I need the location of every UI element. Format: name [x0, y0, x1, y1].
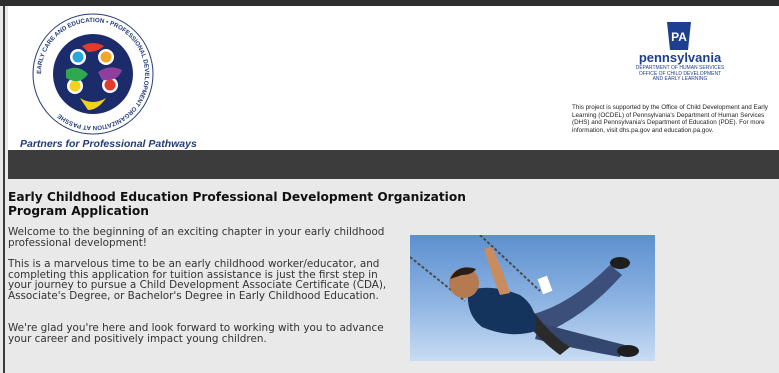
child-on-swing-photo [410, 235, 655, 361]
swing-image [410, 235, 655, 361]
pdo-logo[interactable]: EARLY CARE AND EDUCATION • PROFESSIONAL … [18, 12, 197, 150]
pa-keystone-icon: PA [667, 22, 691, 50]
details-paragraph: This is a marvelous time to be an early … [8, 258, 387, 302]
nav-bar [8, 150, 779, 179]
closing-paragraph: We're glad you're here and look forward … [8, 322, 384, 345]
page-title: Early Childhood Education Professional D… [8, 190, 466, 218]
page-header: EARLY CARE AND EDUCATION • PROFESSIONAL … [8, 6, 779, 150]
left-border [3, 6, 5, 373]
pdo-logo-emblem: EARLY CARE AND EDUCATION • PROFESSIONAL … [32, 13, 154, 135]
main-content: Early Childhood Education Professional D… [8, 179, 779, 373]
funding-note: This project is supported by the Office … [572, 104, 768, 134]
pa-dept-line: AND EARLY LEARNING [652, 76, 708, 83]
pa-department: DEPARTMENT OF HUMAN SERVICES OFFICE OF C… [608, 65, 752, 83]
intro-paragraph: Welcome to the beginning of an exciting … [8, 226, 385, 249]
pa-wordmark: pennsylvania [638, 50, 722, 65]
logo-tagline: Partners for Professional Pathways [20, 138, 197, 150]
pa-badge-text: PA [671, 30, 687, 44]
pa-dhs-block: PA pennsylvania DEPARTMENT OF HUMAN SERV… [568, 20, 778, 150]
